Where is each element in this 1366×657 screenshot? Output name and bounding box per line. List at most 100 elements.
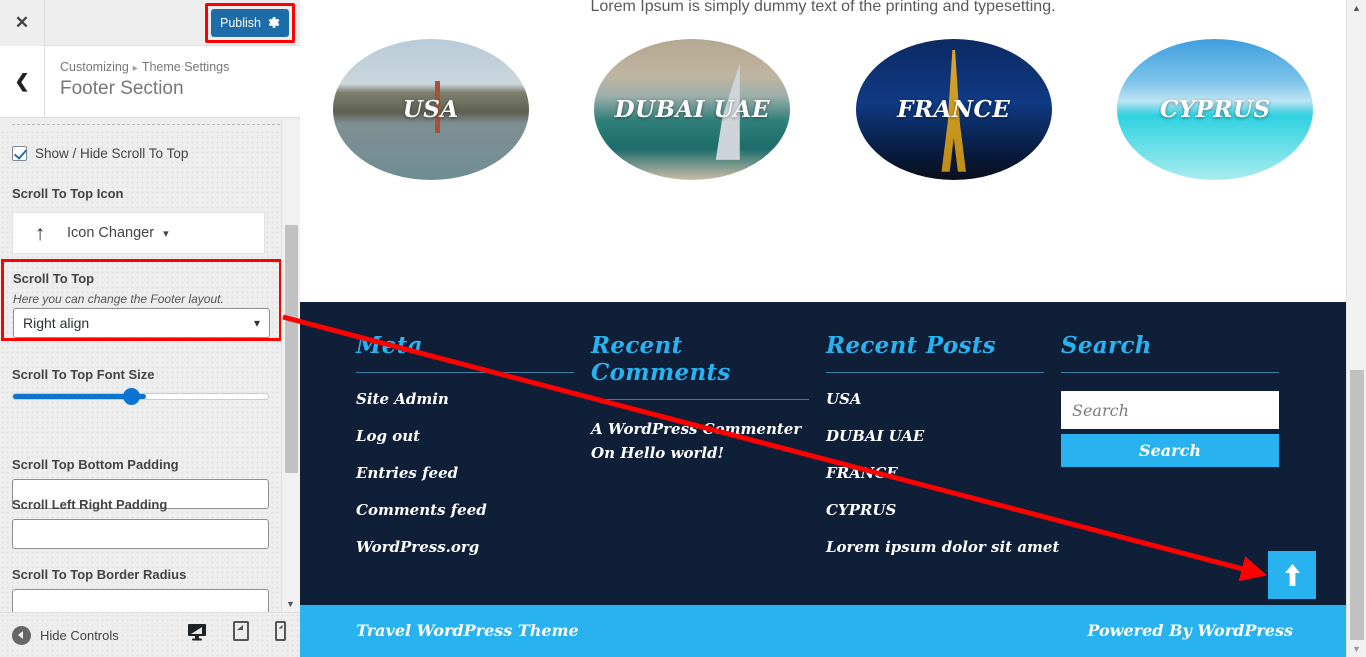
preview-scrollbar[interactable]: ▲ ▼ xyxy=(1346,0,1366,657)
title-underline xyxy=(826,372,1044,373)
list-item[interactable]: Lorem ipsum dolor sit amet xyxy=(826,538,1061,556)
recent-posts-list: USA DUBAI UAE FRANCE CYPRUS Lorem ipsum … xyxy=(826,390,1061,556)
oval-caption: USA xyxy=(403,96,459,123)
oval-caption: FRANCE xyxy=(897,96,1010,123)
hide-controls-label: Hide Controls xyxy=(40,628,119,643)
checkbox-checked-icon[interactable] xyxy=(12,146,27,161)
icon-changer-label: Icon Changer xyxy=(67,225,154,241)
site-bottom-bar: Travel WordPress Theme Powered By WordPr… xyxy=(300,605,1346,657)
site-bottom-right-text: Powered By WordPress xyxy=(1087,621,1293,640)
site-footer: Meta Site Admin Log out Entries feed Com… xyxy=(300,302,1346,605)
scroll-to-top-button[interactable] xyxy=(1268,551,1316,599)
breadcrumb-separator-icon: ▸ xyxy=(129,63,142,74)
title-underline xyxy=(591,399,809,400)
scroll-to-top-description: Here you can change the Footer layout. xyxy=(13,292,224,306)
customizer-footer: Hide Controls xyxy=(0,612,300,657)
scroll-to-top-align-select[interactable]: Right align ▾ xyxy=(13,308,270,338)
customizer-title-bar: ❮ Customizing▸Theme Settings Footer Sect… xyxy=(0,46,300,118)
list-item[interactable]: WordPress.org xyxy=(356,538,591,556)
hide-controls-button[interactable]: Hide Controls xyxy=(12,626,119,645)
search-button[interactable]: Search xyxy=(1061,434,1279,467)
footer-widget-columns: Meta Site Admin Log out Entries feed Com… xyxy=(356,332,1296,575)
chevron-down-icon: ▾ xyxy=(163,227,169,240)
search-input[interactable]: Search xyxy=(1061,391,1279,429)
publish-button-label: Publish xyxy=(211,16,261,30)
customizer-scrollbar-thumb[interactable] xyxy=(285,225,298,473)
footer-widget-title: Meta xyxy=(356,332,591,359)
scroll-to-top-label: Scroll To Top xyxy=(13,271,94,286)
scroll-top-bottom-padding-label: Scroll Top Bottom Padding xyxy=(12,457,179,472)
scroll-left-right-padding-label: Scroll Left Right Padding xyxy=(12,497,167,512)
chevron-left-icon[interactable]: ❮ xyxy=(0,46,45,117)
list-item[interactable]: CYPRUS xyxy=(826,501,1061,519)
breadcrumb-parent[interactable]: Theme Settings xyxy=(142,60,230,74)
font-size-slider[interactable] xyxy=(12,393,269,400)
footer-widget-title: Recent Posts xyxy=(826,332,1061,359)
destination-oval-france[interactable]: FRANCE xyxy=(856,39,1052,180)
destination-oval-dubai[interactable]: DUBAI UAE xyxy=(594,39,790,180)
recent-comment-item[interactable]: A WordPress Commenter On Hello world! xyxy=(591,417,806,465)
list-item[interactable]: Log out xyxy=(356,427,591,445)
scroll-to-top-border-radius-input[interactable] xyxy=(12,589,269,613)
footer-widget-recent-posts: Recent Posts USA DUBAI UAE FRANCE CYPRUS… xyxy=(826,332,1061,575)
footer-widget-recent-comments: Recent Comments A WordPress Commenter On… xyxy=(591,332,826,575)
chevron-down-icon: ▾ xyxy=(254,316,260,330)
list-item[interactable]: Entries feed xyxy=(356,464,591,482)
customizer-panel: ✕ Publish ❮ Customizing▸Theme Settings F… xyxy=(0,0,300,657)
customizer-controls: Show / Hide Scroll To Top Scroll To Top … xyxy=(0,130,300,613)
customizer-screen: ✕ Publish ❮ Customizing▸Theme Settings F… xyxy=(0,0,1366,657)
hero-caption: Lorem Ipsum is simply dummy text of the … xyxy=(300,0,1346,16)
scroll-to-top-align-value: Right align xyxy=(14,315,89,331)
list-item[interactable]: DUBAI UAE xyxy=(826,427,1061,445)
publish-highlight-box: Publish xyxy=(205,3,295,43)
footer-widget-search: Search Search Search xyxy=(1061,332,1296,575)
icon-changer-control[interactable]: ↑ Icon Changer ▾ xyxy=(12,212,265,254)
scroll-down-arrow-icon[interactable]: ▼ xyxy=(1352,644,1361,654)
customizer-header: ✕ Publish xyxy=(0,0,300,46)
customizer-scrollbar[interactable]: ▼ xyxy=(281,120,300,613)
scroll-to-top-font-size-label: Scroll To Top Font Size xyxy=(12,367,155,382)
gear-icon[interactable] xyxy=(266,15,281,30)
show-hide-scroll-to-top-label: Show / Hide Scroll To Top xyxy=(35,146,188,161)
list-item[interactable]: Site Admin xyxy=(356,390,591,408)
search-button-label: Search xyxy=(1139,441,1201,460)
publish-button[interactable]: Publish xyxy=(211,9,289,37)
footer-widget-title: Search xyxy=(1061,332,1296,359)
desktop-icon[interactable] xyxy=(187,623,207,646)
breadcrumb: Customizing▸Theme Settings xyxy=(60,60,229,74)
tablet-icon[interactable] xyxy=(233,621,249,646)
font-size-slider-thumb[interactable] xyxy=(123,388,140,405)
footer-widget-meta: Meta Site Admin Log out Entries feed Com… xyxy=(356,332,591,575)
oval-caption: CYPRUS xyxy=(1160,96,1271,123)
meta-list: Site Admin Log out Entries feed Comments… xyxy=(356,390,591,556)
show-hide-scroll-to-top-checkbox[interactable]: Show / Hide Scroll To Top xyxy=(12,146,188,161)
scroll-to-top-icon-label: Scroll To Top Icon xyxy=(12,186,123,201)
site-preview: Lorem Ipsum is simply dummy text of the … xyxy=(300,0,1366,657)
destination-oval-usa[interactable]: USA xyxy=(333,39,529,180)
mobile-icon[interactable] xyxy=(275,621,286,646)
arrow-up-icon xyxy=(1284,563,1301,587)
collapse-arrow-icon xyxy=(12,626,31,645)
destination-ovals: USA DUBAI UAE FRANCE CYPRUS xyxy=(300,38,1346,180)
footer-widget-title: Recent Comments xyxy=(591,332,826,386)
page-title: Footer Section xyxy=(60,78,184,100)
arrow-up-icon: ↑ xyxy=(13,223,67,244)
title-underline xyxy=(1061,372,1279,373)
title-underline xyxy=(356,372,574,373)
list-item[interactable]: FRANCE xyxy=(826,464,1061,482)
scroll-left-right-padding-input[interactable] xyxy=(12,519,269,549)
device-preview-switcher xyxy=(187,621,286,646)
destination-oval-cyprus[interactable]: CYPRUS xyxy=(1117,39,1313,180)
section-divider xyxy=(12,124,280,125)
scroll-up-arrow-icon[interactable]: ▲ xyxy=(1352,3,1361,13)
search-input-placeholder: Search xyxy=(1062,401,1129,420)
breadcrumb-root[interactable]: Customizing xyxy=(60,60,129,74)
oval-caption: DUBAI UAE xyxy=(615,96,770,123)
site-bottom-left-text: Travel WordPress Theme xyxy=(356,621,579,640)
list-item[interactable]: USA xyxy=(826,390,1061,408)
scroll-down-arrow-icon[interactable]: ▼ xyxy=(286,599,295,609)
scroll-to-top-border-radius-label: Scroll To Top Border Radius xyxy=(12,567,186,582)
preview-scrollbar-thumb[interactable] xyxy=(1350,370,1364,640)
close-icon[interactable]: ✕ xyxy=(0,0,45,46)
list-item[interactable]: Comments feed xyxy=(356,501,591,519)
